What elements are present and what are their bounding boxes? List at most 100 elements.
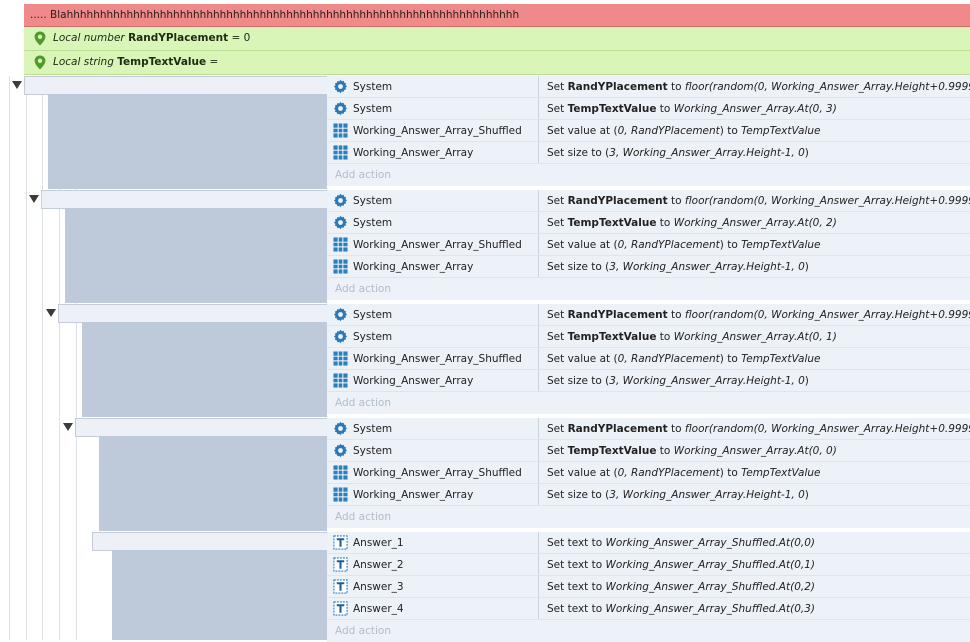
action-object-name: Answer_3 <box>353 581 404 593</box>
action-row[interactable]: Working_Answer_Array Set size to (3, Work… <box>327 142 970 164</box>
action-description[interactable]: Set RandYPlacement to floor(random(0, Wo… <box>547 309 970 321</box>
array-icon <box>333 259 348 274</box>
action-object-cell[interactable]: System <box>327 326 539 347</box>
action-description[interactable]: Set value at (0, RandYPlacement) to Temp… <box>547 125 820 137</box>
action-row[interactable]: Answer_2 Set text to Working_Answer_Array… <box>327 554 970 576</box>
action-description[interactable]: Set TempTextValue to Working_Answer_Arra… <box>547 331 837 343</box>
event-condition-header[interactable] <box>24 76 351 95</box>
add-action-button[interactable]: Add action <box>327 506 970 528</box>
action-object-cell[interactable]: Working_Answer_Array_Shuffled <box>327 234 539 255</box>
action-object-cell[interactable]: Answer_3 <box>327 576 539 597</box>
action-row[interactable]: Answer_3 Set text to Working_Answer_Array… <box>327 576 970 598</box>
action-object-cell[interactable]: Working_Answer_Array_Shuffled <box>327 462 539 483</box>
action-object-cell[interactable]: System <box>327 190 539 211</box>
action-row[interactable]: System Set TempTextValue to Working_Answe… <box>327 212 970 234</box>
action-description[interactable]: Set size to (3, Working_Answer_Array.Hei… <box>547 375 809 387</box>
action-row[interactable]: System Set RandYPlacement to floor(random… <box>327 190 970 212</box>
action-row[interactable]: Answer_4 Set text to Working_Answer_Array… <box>327 598 970 620</box>
array-icon <box>333 465 348 480</box>
local-variable-temptextvalue[interactable]: Local string TempTextValue = <box>24 51 970 75</box>
action-row[interactable]: System Set RandYPlacement to floor(random… <box>327 76 970 98</box>
action-object-cell[interactable]: System <box>327 304 539 325</box>
action-row[interactable]: Working_Answer_Array Set size to (3, Work… <box>327 484 970 506</box>
action-description[interactable]: Set value at (0, RandYPlacement) to Temp… <box>547 239 820 251</box>
action-object-cell[interactable]: Working_Answer_Array <box>327 484 539 505</box>
action-description[interactable]: Set text to Working_Answer_Array_Shuffle… <box>547 537 815 549</box>
local-variable-randyplacement[interactable]: Local number RandYPlacement = 0 <box>24 27 970 51</box>
event-block[interactable]: System Set RandYPlacement to floor(random… <box>29 190 970 303</box>
event-block[interactable]: System Set RandYPlacement to floor(random… <box>12 76 970 189</box>
collapse-triangle-icon[interactable] <box>12 81 22 89</box>
action-description[interactable]: Set text to Working_Answer_Array_Shuffle… <box>547 581 815 593</box>
action-object-cell[interactable]: System <box>327 418 539 439</box>
conditions-area[interactable] <box>48 94 327 189</box>
location-pin-icon <box>34 31 46 46</box>
action-object-cell[interactable]: Working_Answer_Array <box>327 142 539 163</box>
event-block[interactable]: System Set RandYPlacement to floor(random… <box>63 418 970 531</box>
collapse-triangle-icon[interactable] <box>46 309 56 317</box>
action-description[interactable]: Set text to Working_Answer_Array_Shuffle… <box>547 603 815 615</box>
action-row[interactable]: Working_Answer_Array_Shuffled Set value a… <box>327 462 970 484</box>
conditions-area[interactable] <box>99 436 327 531</box>
action-text-segment: TempTextValue <box>741 467 821 479</box>
action-row[interactable]: Answer_1 Set text to Working_Answer_Array… <box>327 532 970 554</box>
comment-row[interactable]: ..... Blahhhhhhhhhhhhhhhhhhhhhhhhhhhhhhh… <box>24 4 970 27</box>
action-row[interactable]: System Set TempTextValue to Working_Answe… <box>327 326 970 348</box>
array-icon <box>333 237 348 252</box>
action-description[interactable]: Set RandYPlacement to floor(random(0, Wo… <box>547 81 970 93</box>
action-description[interactable]: Set RandYPlacement to floor(random(0, Wo… <box>547 195 970 207</box>
collapse-triangle-icon[interactable] <box>29 195 39 203</box>
action-object-cell[interactable]: System <box>327 212 539 233</box>
action-object-cell[interactable]: Working_Answer_Array <box>327 256 539 277</box>
action-row[interactable]: System Set RandYPlacement to floor(random… <box>327 418 970 440</box>
action-text-segment: Set text to <box>547 603 606 615</box>
add-action-button[interactable]: Add action <box>327 620 970 642</box>
action-object-cell[interactable]: System <box>327 440 539 461</box>
action-row[interactable]: System Set TempTextValue to Working_Answe… <box>327 98 970 120</box>
action-object-cell[interactable]: Working_Answer_Array_Shuffled <box>327 120 539 141</box>
action-row[interactable]: System Set RandYPlacement to floor(random… <box>327 304 970 326</box>
action-object-cell[interactable]: Working_Answer_Array <box>327 370 539 391</box>
action-description[interactable]: Set TempTextValue to Working_Answer_Arra… <box>547 217 837 229</box>
conditions-area[interactable] <box>65 208 327 303</box>
action-row[interactable]: System Set TempTextValue to Working_Answe… <box>327 440 970 462</box>
action-object-cell[interactable]: Answer_4 <box>327 598 539 619</box>
action-description[interactable]: Set text to Working_Answer_Array_Shuffle… <box>547 559 815 571</box>
add-action-button[interactable]: Add action <box>327 164 970 186</box>
actions-area: Answer_1 Set text to Working_Answer_Array… <box>327 532 970 642</box>
action-description[interactable]: Set RandYPlacement to floor(random(0, Wo… <box>547 423 970 435</box>
action-row[interactable]: Working_Answer_Array Set size to (3, Work… <box>327 370 970 392</box>
action-object-cell[interactable]: Answer_2 <box>327 554 539 575</box>
collapse-triangle-icon[interactable] <box>63 423 73 431</box>
actions-area: System Set RandYPlacement to floor(random… <box>327 76 970 189</box>
action-row[interactable]: Working_Answer_Array_Shuffled Set value a… <box>327 234 970 256</box>
action-row[interactable]: Working_Answer_Array_Shuffled Set value a… <box>327 120 970 142</box>
action-row[interactable]: Working_Answer_Array_Shuffled Set value a… <box>327 348 970 370</box>
add-action-button[interactable]: Add action <box>327 278 970 300</box>
action-description[interactable]: Set TempTextValue to Working_Answer_Arra… <box>547 445 837 457</box>
action-object-cell[interactable]: System <box>327 76 539 97</box>
action-description[interactable]: Set TempTextValue to Working_Answer_Arra… <box>547 103 837 115</box>
action-object-cell[interactable]: Answer_1 <box>327 532 539 553</box>
action-row[interactable]: Working_Answer_Array Set size to (3, Work… <box>327 256 970 278</box>
action-description[interactable]: Set size to (3, Working_Answer_Array.Hei… <box>547 147 809 159</box>
gear-icon <box>333 443 348 458</box>
action-description[interactable]: Set size to (3, Working_Answer_Array.Hei… <box>547 261 809 273</box>
action-text-segment: Working_Answer_Array_Shuffled.At(0,1) <box>605 559 815 571</box>
text-object-icon <box>333 557 348 572</box>
action-description[interactable]: Set size to (3, Working_Answer_Array.Hei… <box>547 489 809 501</box>
action-text-segment: ) <box>804 375 809 387</box>
action-text-segment: Set <box>547 423 568 435</box>
event-block[interactable]: System Set RandYPlacement to floor(random… <box>46 304 970 417</box>
action-description[interactable]: Set value at (0, RandYPlacement) to Temp… <box>547 467 820 479</box>
action-object-cell[interactable]: System <box>327 98 539 119</box>
action-text-segment: Working_Answer_Array.At(0, 2) <box>673 217 837 229</box>
add-action-button[interactable]: Add action <box>327 392 970 414</box>
event-condition-header[interactable] <box>41 190 368 209</box>
action-text-segment: ) to <box>719 239 742 251</box>
action-description[interactable]: Set value at (0, RandYPlacement) to Temp… <box>547 353 820 365</box>
event-block[interactable]: Answer_1 Set text to Working_Answer_Array… <box>92 532 970 642</box>
action-object-cell[interactable]: Working_Answer_Array_Shuffled <box>327 348 539 369</box>
conditions-area[interactable] <box>112 550 327 640</box>
conditions-area[interactable] <box>82 322 327 417</box>
